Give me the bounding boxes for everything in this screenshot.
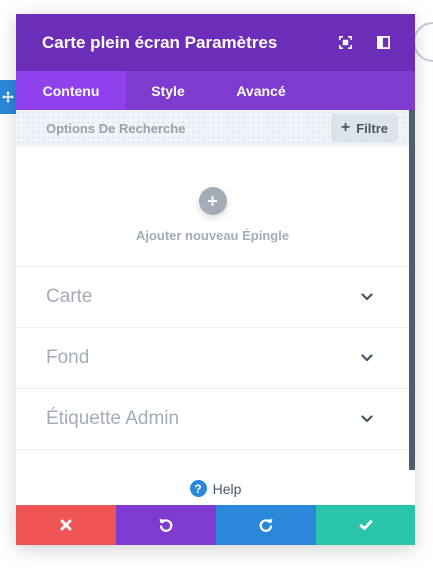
plus-icon: + bbox=[340, 119, 351, 136]
section-title: Étiquette Admin bbox=[46, 408, 180, 429]
redo-icon bbox=[259, 519, 273, 532]
scrollbar[interactable] bbox=[409, 110, 415, 470]
tab-content[interactable]: Contenu bbox=[16, 71, 126, 110]
help-label: Help bbox=[212, 480, 242, 497]
section-toggle-background[interactable]: Fond bbox=[16, 328, 409, 389]
add-pin-area: + Ajouter nouveau Épingle bbox=[16, 146, 409, 267]
split-view-icon[interactable] bbox=[371, 31, 395, 55]
plus-icon: + bbox=[207, 190, 218, 211]
modal-title: Carte plein écran Paramètres bbox=[42, 32, 278, 52]
section-title: Carte bbox=[46, 286, 93, 307]
cancel-button[interactable] bbox=[16, 505, 116, 545]
redo-button[interactable] bbox=[216, 505, 316, 545]
close-icon bbox=[60, 519, 72, 531]
filter-label: Filtre bbox=[356, 120, 388, 136]
tab-bar: Contenu Style Avancé bbox=[16, 71, 415, 110]
fullscreen-toggle-icon[interactable] bbox=[333, 31, 357, 55]
help-link[interactable]: ? Help bbox=[16, 480, 415, 497]
help-icon: ? bbox=[189, 480, 207, 497]
add-pin-button[interactable]: + bbox=[198, 187, 227, 215]
section-toggle-map[interactable]: Carte bbox=[16, 267, 409, 328]
move-icon bbox=[2, 91, 14, 103]
move-handle[interactable] bbox=[0, 80, 16, 114]
undo-button[interactable] bbox=[116, 505, 216, 545]
chevron-down-icon bbox=[361, 293, 373, 301]
chevron-down-icon bbox=[361, 354, 373, 362]
tab-advanced[interactable]: Avancé bbox=[210, 71, 312, 110]
modal-footer bbox=[16, 505, 415, 545]
check-icon bbox=[359, 520, 372, 530]
background-circle-decoration bbox=[413, 22, 433, 62]
save-button[interactable] bbox=[316, 505, 415, 545]
modal-header: Carte plein écran Paramètres bbox=[16, 14, 415, 71]
filter-button[interactable]: + Filtre bbox=[330, 114, 398, 142]
undo-icon bbox=[159, 519, 173, 532]
search-options-label[interactable]: Options De Recherche bbox=[46, 121, 331, 136]
section-toggle-admin-label[interactable]: Étiquette Admin bbox=[16, 389, 409, 450]
chevron-down-icon bbox=[361, 415, 373, 423]
search-options-bar: Options De Recherche + Filtre bbox=[16, 110, 409, 146]
settings-modal: Carte plein écran Paramètres Contenu Sty… bbox=[16, 14, 415, 545]
section-title: Fond bbox=[46, 347, 90, 368]
settings-content: Options De Recherche + Filtre + Ajouter … bbox=[16, 110, 409, 504]
tab-style[interactable]: Style bbox=[126, 71, 210, 110]
add-pin-label[interactable]: Ajouter nouveau Épingle bbox=[136, 228, 289, 243]
